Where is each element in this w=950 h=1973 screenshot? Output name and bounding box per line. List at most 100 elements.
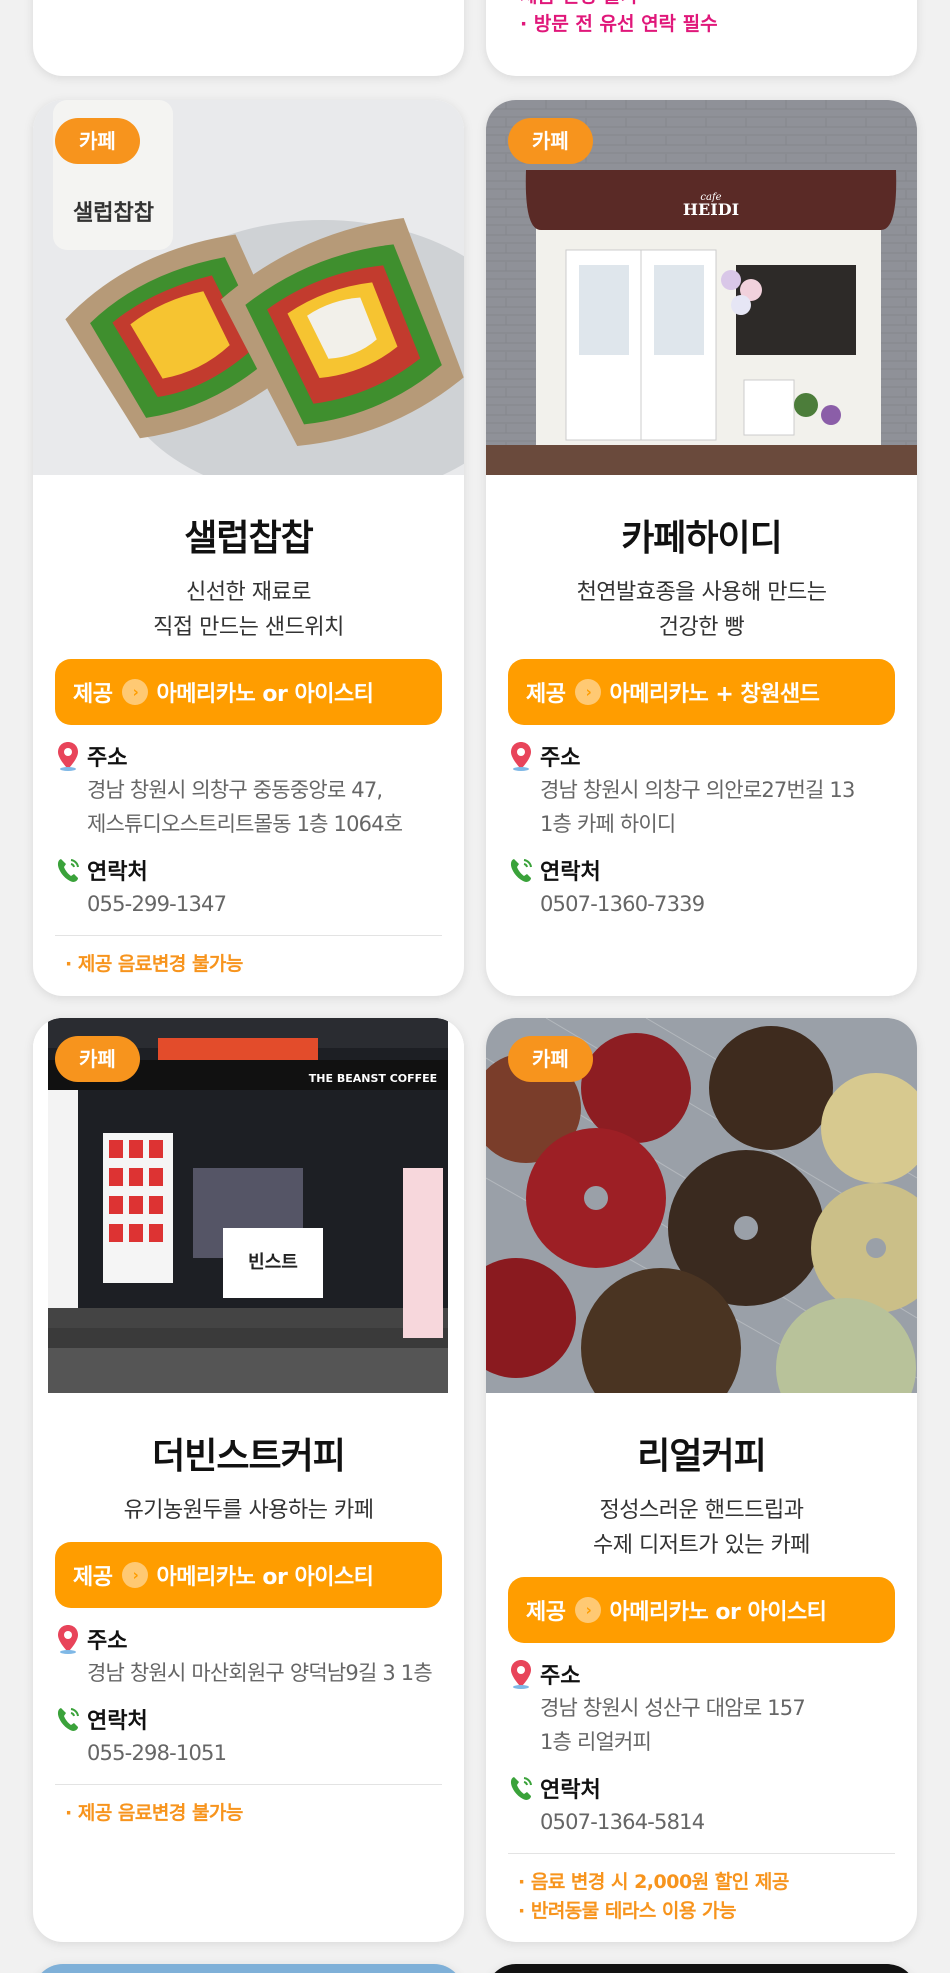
address-section: 주소 경남 창원시 의창구 의안로27번길 13 1층 카페 하이디 xyxy=(508,739,895,841)
phone-icon xyxy=(508,855,534,885)
sign-big: HEIDI xyxy=(683,200,739,219)
phone-number[interactable]: 0507-1364-5814 xyxy=(508,1805,895,1839)
address-label: 주소 xyxy=(540,746,581,771)
offer-tag: 제공 xyxy=(526,1600,566,1625)
contact-label: 연락처 xyxy=(540,1778,601,1803)
contact-section: 연락처 0507-1364-5814 xyxy=(508,1771,895,1839)
store-photo: 샐럽찹찹 카페 xyxy=(33,100,464,475)
card-partial-left xyxy=(33,0,464,76)
store-description: 천연발효종을 사용해 만드는 건강한 빵 xyxy=(508,575,895,645)
note-item: · 제공 음료변경 불가능 xyxy=(65,1802,243,1824)
store-card-heidi[interactable]: cafe HEIDI 카페 카페하이디 천연발효종을 사용해 만드는 건강한 빵… xyxy=(486,100,917,996)
partial-notes: 제품 변경 불가 · 방문 전 유선 연락 필수 xyxy=(520,0,718,38)
offer-tag: 제공 xyxy=(73,682,113,707)
category-badge: 카페 xyxy=(55,1036,140,1082)
phone-number[interactable]: 055-298-1051 xyxy=(55,1736,442,1770)
divider xyxy=(55,1784,442,1785)
desc-line: 유기농원두를 사용하는 카페 xyxy=(123,1498,374,1523)
phone-number[interactable]: 0507-1360-7339 xyxy=(508,887,895,921)
store-photo: cafe HEIDI 카페 xyxy=(486,100,917,475)
offer-text: 아메리카노 + 창원샌드 xyxy=(609,682,820,707)
address-section: 주소 경남 창원시 의창구 중동중앙로 47, 제스튜디오스트리트몰동 1층 1… xyxy=(55,739,442,841)
location-pin-icon xyxy=(508,1659,534,1689)
offer-bar: 제공 › 아메리카노 + 창원샌드 xyxy=(508,659,895,725)
partial-note: 제품 변경 불가 xyxy=(520,0,718,10)
address-line: 경남 창원시 의창구 의안로27번길 13 xyxy=(540,778,855,802)
address-line: 경남 창원시 의창구 중동중앙로 47, xyxy=(87,778,383,802)
card-partial-right: 제품 변경 불가 · 방문 전 유선 연락 필수 xyxy=(486,0,917,76)
address-text: 경남 창원시 성산구 대암로 157 1층 리얼커피 xyxy=(508,1691,895,1759)
location-pin-icon xyxy=(55,741,81,771)
contact-section: 연락처 055-298-1051 xyxy=(55,1702,442,1770)
chevron-right-icon: › xyxy=(122,679,149,705)
desc-line: 직접 만드는 샌드위치 xyxy=(153,615,344,640)
desc-line: 정성스러운 핸드드립과 xyxy=(599,1498,804,1523)
partial-note: · 방문 전 유선 연락 필수 xyxy=(520,13,718,35)
desc-line: 건강한 빵 xyxy=(658,615,745,640)
category-badge: 카페 xyxy=(55,118,140,164)
phone-icon xyxy=(55,855,81,885)
store-name: 카페하이디 xyxy=(621,518,783,559)
note-item: · 반려동물 테라스 이용 가능 xyxy=(518,1900,736,1922)
offer-bar: 제공 › 아메리카노 or 아이스티 xyxy=(508,1577,895,1643)
store-photo: THE BEANST COFFEE 빈스트 카페 xyxy=(33,1018,464,1393)
chevron-right-icon: › xyxy=(575,679,602,705)
address-label: 주소 xyxy=(87,746,128,771)
offer-text: 아메리카노 or 아이스티 xyxy=(156,682,374,707)
location-pin-icon xyxy=(508,741,534,771)
address-line: 1층 리얼커피 xyxy=(540,1730,652,1754)
sign-text: THE BEANST COFFEE xyxy=(309,1072,437,1085)
contact-label: 연락처 xyxy=(87,1709,148,1734)
offer-tag: 제공 xyxy=(526,682,566,707)
contact-section: 연락처 055-299-1347 xyxy=(55,853,442,921)
contact-label: 연락처 xyxy=(87,860,148,885)
divider xyxy=(508,1853,895,1854)
offer-text: 아메리카노 or 아이스티 xyxy=(156,1565,374,1590)
divider xyxy=(55,935,442,936)
address-label: 주소 xyxy=(540,1664,581,1689)
category-badge: 카페 xyxy=(508,1036,593,1082)
store-photo: 카페 xyxy=(486,1018,917,1393)
store-description: 정성스러운 핸드드립과 수제 디저트가 있는 카페 xyxy=(508,1493,895,1563)
contact-section: 연락처 0507-1360-7339 xyxy=(508,853,895,921)
desc-line: 신선한 재료로 xyxy=(186,580,311,605)
address-line: 경남 창원시 마산회원구 양덕남9길 3 1층 xyxy=(87,1661,433,1685)
address-text: 경남 창원시 의창구 중동중앙로 47, 제스튜디오스트리트몰동 1층 1064… xyxy=(55,773,442,841)
desc-line: 천연발효종을 사용해 만드는 xyxy=(576,580,827,605)
contact-label: 연락처 xyxy=(540,860,601,885)
card-partial-bottom-left xyxy=(33,1964,464,1973)
store-description: 신선한 재료로 직접 만드는 샌드위치 xyxy=(55,575,442,645)
store-card-beanst[interactable]: THE BEANST COFFEE 빈스트 카페 더빈스트커피 유기농원두를 사… xyxy=(33,1018,464,1942)
desc-line: 수제 디저트가 있는 카페 xyxy=(593,1533,810,1558)
phone-icon xyxy=(508,1773,534,1803)
store-card-salad[interactable]: 샐럽찹찹 카페 샐럽찹찹 신선한 재료로 직접 만드는 샌드위치 제공 › 아메… xyxy=(33,100,464,996)
address-label: 주소 xyxy=(87,1629,128,1654)
notes: · 제공 음료변경 불가능 xyxy=(55,1799,442,1828)
address-line: 경남 창원시 성산구 대암로 157 xyxy=(540,1696,806,1720)
phone-icon xyxy=(55,1704,81,1734)
offer-text: 아메리카노 or 아이스티 xyxy=(609,1600,827,1625)
address-text: 경남 창원시 의창구 의안로27번길 13 1층 카페 하이디 xyxy=(508,773,895,841)
notes: · 음료 변경 시 2,000원 할인 제공 · 반려동물 테라스 이용 가능 xyxy=(508,1868,895,1926)
offer-bar: 제공 › 아메리카노 or 아이스티 xyxy=(55,1542,442,1608)
address-line: 1층 카페 하이디 xyxy=(540,812,676,836)
store-name: 더빈스트커피 xyxy=(152,1436,346,1477)
address-line: 제스튜디오스트리트몰동 1층 1064호 xyxy=(87,812,403,836)
card-partial-bottom-right xyxy=(486,1964,917,1973)
note-item: · 음료 변경 시 2,000원 할인 제공 xyxy=(518,1871,789,1893)
note-item: · 제공 음료변경 불가능 xyxy=(65,953,243,975)
address-section: 주소 경남 창원시 성산구 대암로 157 1층 리얼커피 xyxy=(508,1657,895,1759)
address-section: 주소 경남 창원시 마산회원구 양덕남9길 3 1층 xyxy=(55,1622,442,1690)
svg-text:샐럽찹찹: 샐럽찹찹 xyxy=(73,201,154,226)
offer-bar: 제공 › 아메리카노 or 아이스티 xyxy=(55,659,442,725)
chevron-right-icon: › xyxy=(575,1597,602,1623)
location-pin-icon xyxy=(55,1624,81,1654)
phone-number[interactable]: 055-299-1347 xyxy=(55,887,442,921)
store-description: 유기농원두를 사용하는 카페 xyxy=(55,1493,442,1528)
offer-tag: 제공 xyxy=(73,1565,113,1590)
address-text: 경남 창원시 마산회원구 양덕남9길 3 1층 xyxy=(55,1656,442,1690)
store-name: 리얼커피 xyxy=(637,1436,766,1477)
store-card-real[interactable]: 카페 리얼커피 정성스러운 핸드드립과 수제 디저트가 있는 카페 제공 › 아… xyxy=(486,1018,917,1942)
store-name: 샐럽찹찹 xyxy=(184,518,313,559)
category-badge: 카페 xyxy=(508,118,593,164)
